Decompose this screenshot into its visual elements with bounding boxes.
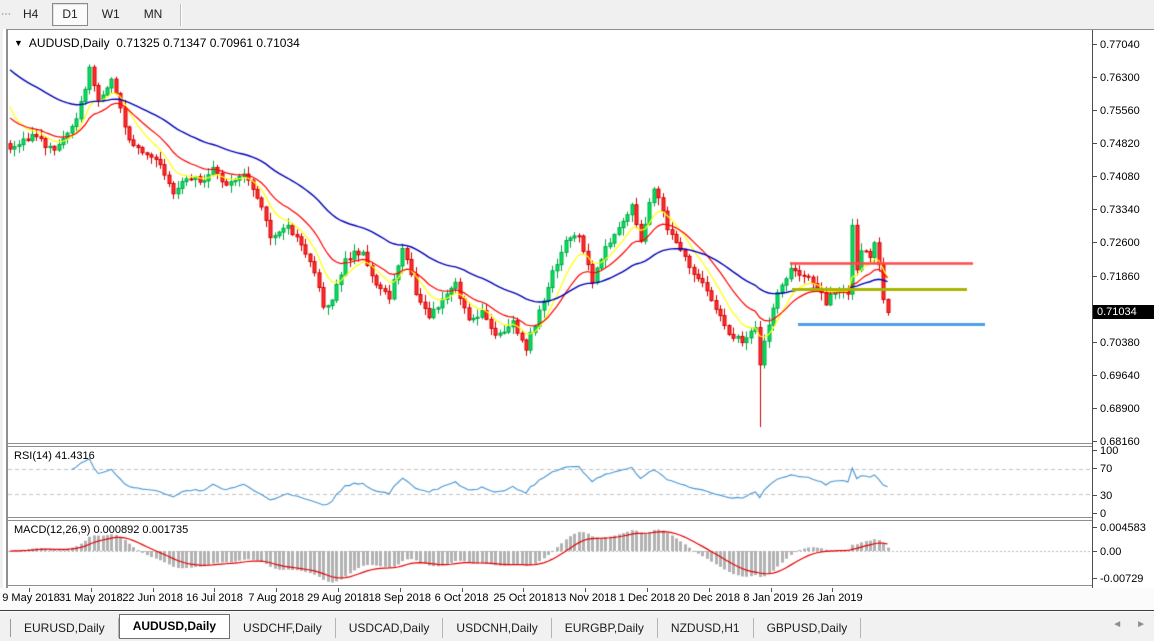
macd-axis-label: 0.004583 <box>1100 522 1146 534</box>
tabs-scroll-right-icon[interactable]: ► <box>1136 619 1146 630</box>
chart-left-frame <box>0 29 8 610</box>
axis-tick <box>1093 143 1097 144</box>
tab-usdcnh[interactable]: USDCNH,Daily <box>443 618 551 638</box>
tab-usdcad[interactable]: USDCAD,Daily <box>336 618 444 638</box>
axis-tick <box>1093 209 1097 210</box>
axis-tick <box>1093 375 1097 376</box>
date-axis-label: 6 Oct 2018 <box>435 592 489 604</box>
price-axis-label: 0.73340 <box>1100 204 1140 216</box>
macd-axis-label: 0.00 <box>1100 546 1121 558</box>
tab-gbpusd[interactable]: GBPUSD,Daily <box>754 618 862 638</box>
price-chart-canvas[interactable] <box>8 30 1092 443</box>
axis-tick <box>1093 450 1097 451</box>
price-axis-label: 0.71860 <box>1100 271 1140 283</box>
rsi-indicator-canvas[interactable] <box>8 446 1092 517</box>
axis-tick <box>1093 468 1097 469</box>
axis-tick <box>1093 276 1097 277</box>
date-axis-label: 16 Jul 2018 <box>186 592 243 604</box>
date-axis-label: 18 Sep 2018 <box>369 592 431 604</box>
axis-tick <box>1093 551 1097 552</box>
price-axis-label: 0.76300 <box>1100 72 1140 84</box>
date-axis-label: 20 Dec 2018 <box>678 592 740 604</box>
rsi-axis-label: 100 <box>1100 445 1118 457</box>
rsi-axis-label: 0 <box>1100 508 1106 520</box>
macd-axis-label: -0.00729 <box>1100 573 1143 585</box>
price-axis-label: 0.72600 <box>1100 237 1140 249</box>
axis-tick <box>1093 527 1097 528</box>
chart-title: ▼ AUDUSD,Daily 0.71325 0.71347 0.70961 0.… <box>14 36 300 50</box>
date-axis[interactable]: 9 May 201831 May 201822 Jun 201816 Jul 2… <box>0 588 1154 610</box>
date-axis-label: 7 Aug 2018 <box>248 592 304 604</box>
date-axis-label: 26 Jan 2019 <box>802 592 863 604</box>
current-price-tag: 0.71034 <box>1093 305 1154 319</box>
axis-tick <box>1093 495 1097 496</box>
tabs-scroll-left-icon[interactable]: ◄ <box>1112 619 1122 630</box>
axis-tick <box>1093 513 1097 514</box>
pane-separator[interactable] <box>8 517 1154 521</box>
tab-eurusd[interactable]: EURUSD,Daily <box>11 618 119 638</box>
chart-ohlc-values: 0.71325 0.71347 0.70961 0.71034 <box>116 36 300 50</box>
axis-tick <box>1093 242 1097 243</box>
mt4-window: ⋯ H4D1W1MN 0.77040 0.76300 0.75560 0.74820 0… <box>0 0 1154 640</box>
macd-label: MACD(12,26,9) 0.000892 0.001735 <box>14 524 188 536</box>
price-axis-label: 0.77040 <box>1100 39 1140 51</box>
axis-tick <box>1093 110 1097 111</box>
axis-tick <box>1093 408 1097 409</box>
toolbar-overflow-icon: ⋯ <box>1 5 11 25</box>
tab-audusd[interactable]: AUDUSD,Daily <box>119 614 230 639</box>
chart-tabs: EURUSD,DailyAUDUSD,DailyUSDCHF,DailyUSDC… <box>11 614 861 641</box>
date-axis-label: 29 Aug 2018 <box>307 592 369 604</box>
price-axis-label: 0.75560 <box>1100 105 1140 117</box>
price-axis-label: 0.74820 <box>1100 138 1140 150</box>
price-axis-label: 0.74080 <box>1100 171 1140 183</box>
date-axis-label: 1 Dec 2018 <box>619 592 675 604</box>
tab-usdchf[interactable]: USDCHF,Daily <box>230 618 336 638</box>
timeframe-button-h4[interactable]: H4 <box>13 3 48 26</box>
timeframe-button-w1[interactable]: W1 <box>92 3 130 26</box>
date-axis-label: 13 Nov 2018 <box>554 592 616 604</box>
pane-separator[interactable] <box>8 443 1154 447</box>
tab-nzdusd[interactable]: NZDUSD,H1 <box>658 618 754 638</box>
price-axis-label: 0.70380 <box>1100 337 1140 349</box>
chevron-down-icon[interactable]: ▼ <box>14 38 23 48</box>
date-axis-label: 25 Oct 2018 <box>493 592 553 604</box>
tab-eurgbp[interactable]: EURGBP,Daily <box>552 618 658 638</box>
toolbar-separator <box>180 4 181 26</box>
timeframe-buttons: H4D1W1MN <box>11 3 174 26</box>
axis-tick <box>1093 44 1097 45</box>
rsi-axis-label: 30 <box>1100 490 1112 502</box>
date-axis-label: 22 Jun 2018 <box>122 592 183 604</box>
axis-tick <box>1093 441 1097 442</box>
rsi-label: RSI(14) 41.4316 <box>14 450 95 462</box>
price-axis-label: 0.69640 <box>1100 370 1140 382</box>
tab-strip-edge <box>0 619 11 637</box>
timeframe-button-mn[interactable]: MN <box>134 3 173 26</box>
date-axis-label: 31 May 2018 <box>59 592 123 604</box>
axis-tick <box>1093 342 1097 343</box>
chart-tab-bar: EURUSD,DailyAUDUSD,DailyUSDCHF,DailyUSDC… <box>0 610 1154 641</box>
date-axis-label: 9 May 2018 <box>2 592 59 604</box>
axis-tick <box>1093 578 1097 579</box>
date-axis-label: 8 Jan 2019 <box>743 592 797 604</box>
timeframe-button-d1[interactable]: D1 <box>52 3 87 26</box>
price-axis-label: 0.68900 <box>1100 403 1140 415</box>
rsi-axis-label: 70 <box>1100 463 1112 475</box>
timeframe-toolbar: ⋯ H4D1W1MN <box>0 0 1154 30</box>
chart-symbol: AUDUSD,Daily <box>29 36 110 50</box>
axis-tick <box>1093 176 1097 177</box>
axis-tick <box>1093 77 1097 78</box>
